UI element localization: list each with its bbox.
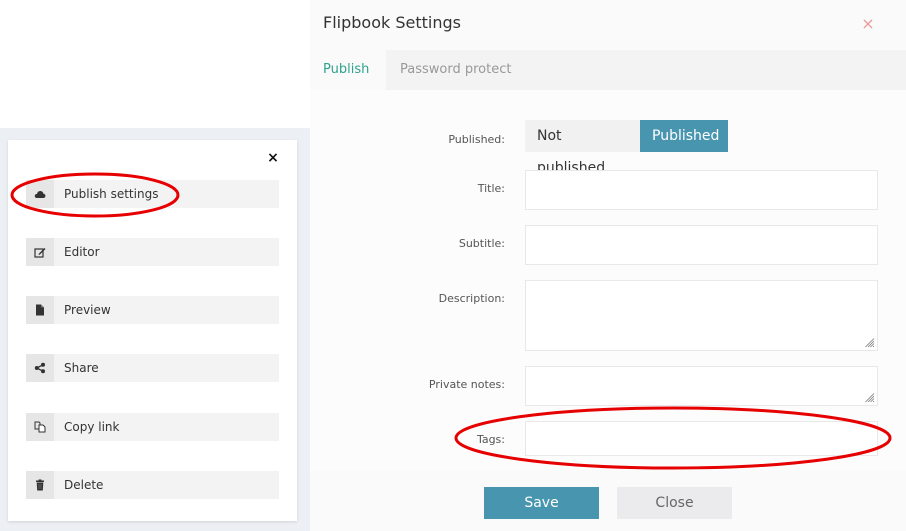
dialog-footer: Save Close	[310, 470, 906, 531]
save-button[interactable]: Save	[484, 487, 599, 519]
menu-item-label: Editor	[64, 245, 100, 259]
menu-item-publish-settings[interactable]: Publish settings	[26, 180, 279, 208]
title-label: Title:	[477, 182, 505, 195]
tab-password-protect[interactable]: Password protect	[386, 50, 511, 90]
left-top-area	[0, 0, 310, 128]
menu-item-editor[interactable]: Editor	[26, 238, 279, 266]
menu-item-label: Share	[64, 361, 99, 375]
description-textarea[interactable]	[525, 280, 878, 351]
menu-item-label: Publish settings	[64, 187, 159, 201]
published-toggle: Not published Published	[525, 120, 728, 176]
menu-item-delete[interactable]: Delete	[26, 471, 279, 499]
private-notes-label: Private notes:	[428, 378, 505, 391]
resize-handle-icon[interactable]	[865, 393, 875, 403]
dialog-tabs: Publish Password protect	[310, 50, 906, 90]
resize-handle-icon[interactable]	[865, 338, 875, 348]
menu-item-label: Copy link	[64, 420, 120, 434]
menu-item-share[interactable]: Share	[26, 354, 279, 382]
dialog-close-button[interactable]: ×	[860, 16, 876, 32]
subtitle-input[interactable]	[525, 225, 878, 265]
published-label: Published:	[448, 133, 505, 146]
description-label: Description:	[438, 292, 505, 305]
dialog-title: Flipbook Settings	[323, 13, 461, 32]
not-published-option[interactable]: Not published	[525, 120, 640, 176]
trash-icon	[26, 471, 54, 499]
published-option[interactable]: Published	[640, 120, 728, 152]
copy-icon	[26, 413, 54, 441]
flipbook-actions-menu: × Publish settings Editor Preview Share	[8, 140, 297, 521]
title-input[interactable]	[525, 170, 878, 210]
menu-item-label: Preview	[64, 303, 111, 317]
cloud-icon	[26, 180, 54, 208]
tags-input[interactable]	[525, 421, 878, 456]
share-icon	[26, 354, 54, 382]
menu-item-preview[interactable]: Preview	[26, 296, 279, 324]
dialog-header: Flipbook Settings ×	[310, 0, 906, 50]
close-button[interactable]: Close	[617, 487, 732, 519]
file-icon	[26, 296, 54, 324]
subtitle-label: Subtitle:	[458, 237, 505, 250]
screen: × Publish settings Editor Preview Share	[0, 0, 906, 531]
close-icon: ×	[861, 14, 875, 33]
close-icon: ×	[267, 150, 279, 166]
edit-icon	[26, 238, 54, 266]
menu-item-copy-link[interactable]: Copy link	[26, 413, 279, 441]
tab-publish[interactable]: Publish	[310, 50, 386, 90]
menu-close-button[interactable]: ×	[266, 151, 280, 165]
private-notes-textarea[interactable]	[525, 366, 878, 406]
publish-form: Published: Not published Published Title…	[310, 90, 906, 470]
tags-label: Tags:	[476, 433, 505, 446]
flipbook-settings-dialog: Flipbook Settings × Publish Password pro…	[310, 0, 906, 531]
menu-item-label: Delete	[64, 478, 104, 492]
